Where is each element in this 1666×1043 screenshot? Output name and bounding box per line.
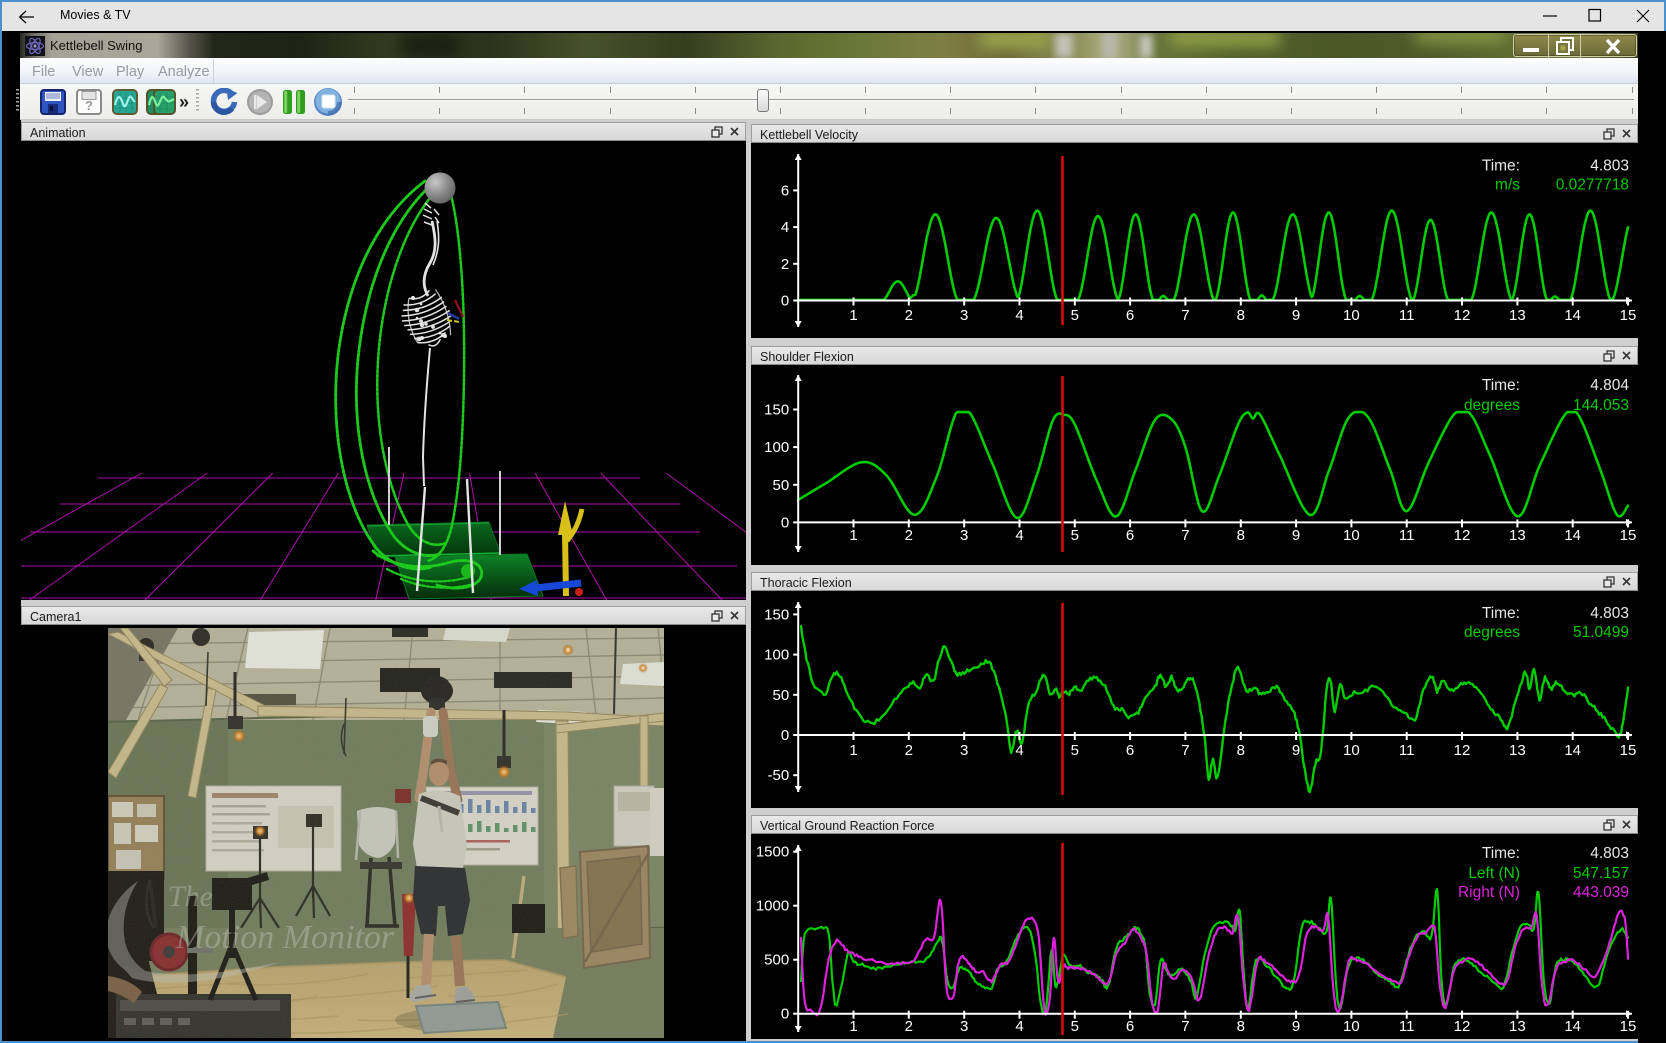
svg-text:1500: 1500 <box>756 844 789 861</box>
svg-text:14: 14 <box>1564 742 1581 759</box>
svg-text:8: 8 <box>1237 307 1245 324</box>
svg-text:4.803: 4.803 <box>1590 158 1629 175</box>
svg-text:degrees: degrees <box>1464 397 1520 414</box>
svg-text:4: 4 <box>1015 307 1023 324</box>
svg-text:14: 14 <box>1564 1018 1581 1035</box>
svg-text:2: 2 <box>781 256 789 273</box>
svg-text:Right (N): Right (N) <box>1458 884 1520 901</box>
svg-text:4: 4 <box>1015 1018 1023 1035</box>
svg-text:Time:: Time: <box>1482 845 1520 862</box>
svg-text:11: 11 <box>1399 1018 1415 1035</box>
svg-text:13: 13 <box>1509 742 1526 759</box>
svg-text:6: 6 <box>1126 527 1134 544</box>
svg-text:4: 4 <box>1015 527 1023 544</box>
svg-text:15: 15 <box>1620 1018 1637 1035</box>
svg-text:4.804: 4.804 <box>1590 377 1629 394</box>
svg-text:?: ? <box>85 98 93 113</box>
svg-text:100: 100 <box>764 647 789 664</box>
svg-text:4: 4 <box>1015 742 1023 759</box>
svg-text:Left (N): Left (N) <box>1468 865 1520 882</box>
svg-text:5: 5 <box>1071 1018 1079 1035</box>
svg-text:8: 8 <box>1237 1018 1245 1035</box>
svg-text:7: 7 <box>1181 527 1189 544</box>
svg-text:4.803: 4.803 <box>1590 845 1629 862</box>
svg-text:10: 10 <box>1343 527 1360 544</box>
svg-text:8: 8 <box>1237 527 1245 544</box>
svg-text:12: 12 <box>1454 527 1471 544</box>
svg-text:3: 3 <box>960 1018 968 1035</box>
svg-text:6: 6 <box>1126 1018 1134 1035</box>
svg-text:1: 1 <box>849 1018 857 1035</box>
svg-text:11: 11 <box>1399 742 1415 759</box>
svg-text:m/s: m/s <box>1495 177 1520 194</box>
svg-text:10: 10 <box>1343 742 1360 759</box>
svg-text:51.0499: 51.0499 <box>1573 624 1629 641</box>
svg-text:3: 3 <box>960 527 968 544</box>
svg-text:1: 1 <box>849 527 857 544</box>
svg-text:5: 5 <box>1071 307 1079 324</box>
svg-text:12: 12 <box>1454 307 1471 324</box>
svg-text:Time:: Time: <box>1482 158 1520 175</box>
svg-text:50: 50 <box>773 687 790 704</box>
svg-text:2: 2 <box>905 1018 913 1035</box>
svg-text:13: 13 <box>1509 307 1526 324</box>
svg-text:0: 0 <box>781 514 789 531</box>
svg-text:100: 100 <box>764 439 789 456</box>
svg-text:7: 7 <box>1181 742 1189 759</box>
svg-text:15: 15 <box>1620 307 1637 324</box>
svg-text:15: 15 <box>1620 742 1637 759</box>
svg-text:150: 150 <box>764 606 789 623</box>
svg-text:7: 7 <box>1181 1018 1189 1035</box>
svg-text:10: 10 <box>1343 1018 1360 1035</box>
svg-text:-50: -50 <box>768 767 790 784</box>
svg-text:12: 12 <box>1454 742 1471 759</box>
svg-text:11: 11 <box>1399 527 1415 544</box>
svg-text:50: 50 <box>773 477 790 494</box>
svg-text:12: 12 <box>1454 1018 1471 1035</box>
svg-text:3: 3 <box>960 742 968 759</box>
svg-text:14: 14 <box>1564 527 1581 544</box>
svg-text:9: 9 <box>1292 742 1300 759</box>
svg-text:547.157: 547.157 <box>1573 865 1629 882</box>
svg-text:2: 2 <box>905 307 913 324</box>
svg-text:3: 3 <box>960 307 968 324</box>
svg-text:6: 6 <box>781 182 789 199</box>
svg-text:15: 15 <box>1620 527 1637 544</box>
svg-text:13: 13 <box>1509 1018 1526 1035</box>
svg-text:0: 0 <box>781 727 789 744</box>
svg-text:Time:: Time: <box>1482 605 1520 622</box>
svg-text:6: 6 <box>1126 307 1134 324</box>
svg-text:1: 1 <box>849 307 857 324</box>
svg-text:9: 9 <box>1292 527 1300 544</box>
svg-text:0.0277718: 0.0277718 <box>1556 177 1629 194</box>
svg-text:11: 11 <box>1399 307 1415 324</box>
svg-text:9: 9 <box>1292 307 1300 324</box>
svg-text:150: 150 <box>764 402 789 419</box>
svg-text:144.053: 144.053 <box>1573 397 1629 414</box>
svg-text:6: 6 <box>1126 742 1134 759</box>
svg-text:14: 14 <box>1564 307 1581 324</box>
svg-text:2: 2 <box>905 742 913 759</box>
svg-text:5: 5 <box>1071 742 1079 759</box>
svg-text:4: 4 <box>781 219 789 236</box>
svg-text:500: 500 <box>764 952 789 969</box>
svg-text:1000: 1000 <box>756 898 789 915</box>
svg-text:degrees: degrees <box>1464 624 1520 641</box>
svg-text:7: 7 <box>1181 307 1189 324</box>
svg-text:10: 10 <box>1343 307 1360 324</box>
svg-text:5: 5 <box>1071 527 1079 544</box>
svg-text:13: 13 <box>1509 527 1526 544</box>
svg-text:4.803: 4.803 <box>1590 605 1629 622</box>
svg-text:9: 9 <box>1292 1018 1300 1035</box>
svg-text:8: 8 <box>1237 742 1245 759</box>
svg-text:Time:: Time: <box>1482 377 1520 394</box>
svg-text:1: 1 <box>849 742 857 759</box>
svg-text:443.039: 443.039 <box>1573 884 1629 901</box>
svg-text:0: 0 <box>781 293 789 310</box>
svg-text:2: 2 <box>905 527 913 544</box>
svg-text:0: 0 <box>781 1006 789 1023</box>
